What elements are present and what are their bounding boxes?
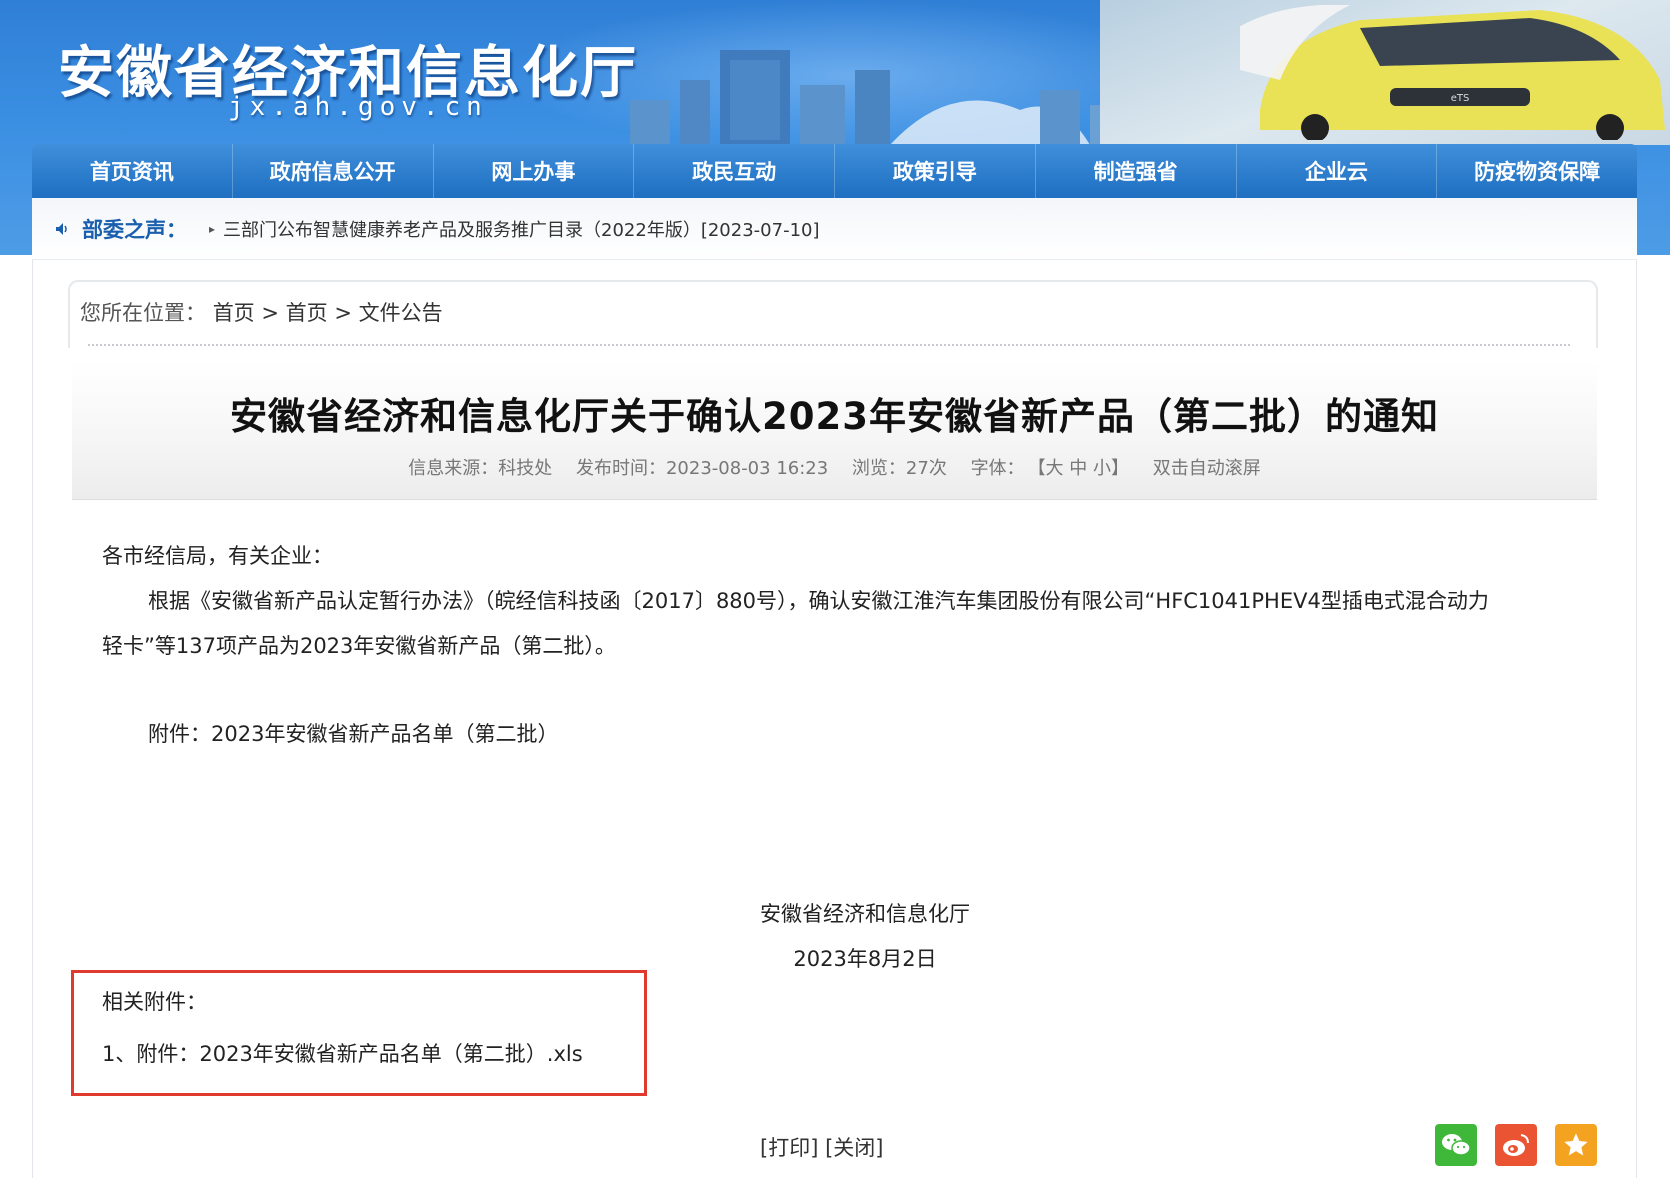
article-header: 安徽省经济和信息化厅关于确认2023年安徽省新产品（第二批）的通知 信息来源：科… bbox=[72, 362, 1597, 500]
signature-date: 2023年8月2日 bbox=[793, 947, 937, 971]
article-body: 各市经信局，有关企业： 根据《安徽省新产品认定暂行办法》（皖经信科技函〔2017… bbox=[102, 534, 1572, 757]
breadcrumb-prefix: 您所在位置： bbox=[80, 301, 206, 325]
article-meta: 信息来源：科技处 发布时间：2023-08-03 16:23 浏览：27次 字体… bbox=[72, 454, 1597, 480]
weibo-glyph-icon bbox=[1503, 1134, 1529, 1156]
article-signature: 安徽省经济和信息化厅 2023年8月2日 bbox=[700, 892, 1030, 982]
favorite-icon[interactable] bbox=[1555, 1124, 1597, 1166]
breadcrumb-separator: > bbox=[334, 301, 352, 325]
svg-text:eTS: eTS bbox=[1451, 93, 1470, 104]
article-paragraph-line-2: 轻卡”等137项产品为2023年安徽省新产品（第二批）。 bbox=[102, 634, 616, 658]
article-title: 安徽省经济和信息化厅关于确认2023年安徽省新产品（第二批）的通知 bbox=[230, 395, 1439, 438]
meta-source: 信息来源：科技处 bbox=[408, 458, 553, 479]
wechat-icon[interactable] bbox=[1435, 1124, 1477, 1166]
ministry-voice-label: 部委之声： bbox=[82, 217, 187, 242]
speaker-icon bbox=[56, 222, 67, 235]
wechat-glyph-icon bbox=[1442, 1134, 1471, 1156]
breadcrumb-announcements-link[interactable]: 文件公告 bbox=[359, 301, 443, 325]
nav-item-home-news[interactable]: 首页资讯 bbox=[32, 144, 233, 198]
attachments-title: 相关附件： bbox=[102, 990, 207, 1014]
bullet-arrow-icon: ▸ bbox=[209, 221, 216, 236]
main-nav: 首页资讯 政府信息公开 网上办事 政民互动 政策引导 制造强省 企业云 防疫物资… bbox=[32, 144, 1637, 198]
weibo-icon[interactable] bbox=[1495, 1124, 1537, 1166]
page-actions: [打印] [关闭] bbox=[760, 1132, 883, 1162]
nav-item-interaction[interactable]: 政民互动 bbox=[634, 144, 835, 198]
star-icon bbox=[1564, 1133, 1588, 1156]
ministry-voice-bar: 部委之声： ▸ 三部门公布智慧健康养老产品及服务推广目录（2022年版）[202… bbox=[32, 198, 1637, 260]
autoscroll-toggle[interactable]: 双击自动滚屏 bbox=[1153, 458, 1261, 479]
print-button[interactable]: [打印] bbox=[760, 1136, 818, 1160]
breadcrumb-separator: > bbox=[261, 301, 279, 325]
meta-font-label: 字体： bbox=[970, 458, 1025, 479]
nav-item-enterprise-cloud[interactable]: 企业云 bbox=[1237, 144, 1438, 198]
breadcrumb: 您所在位置： 首页 > 首页 > 文件公告 bbox=[80, 297, 443, 327]
article-paragraph-line-1: 根据《安徽省新产品认定暂行办法》（皖经信科技函〔2017〕880号），确认安徽江… bbox=[148, 589, 1489, 613]
yellow-car-image: eTS bbox=[1240, 5, 1665, 140]
city-skyline-image bbox=[630, 50, 1150, 145]
nav-item-policy[interactable]: 政策引导 bbox=[835, 144, 1036, 198]
article-attachment-note: 附件：2023年安徽省新产品名单（第二批） bbox=[148, 722, 559, 746]
signature-org: 安徽省经济和信息化厅 bbox=[760, 902, 970, 926]
breadcrumb-divider bbox=[88, 344, 1570, 346]
font-size-controls[interactable]: 【大 中 小】 bbox=[1037, 458, 1129, 479]
attachment-file-link[interactable]: 1、附件：2023年安徽省新产品名单（第二批）.xls bbox=[102, 1038, 583, 1068]
article-salutation: 各市经信局，有关企业： bbox=[102, 544, 333, 568]
nav-item-gov-info[interactable]: 政府信息公开 bbox=[233, 144, 434, 198]
ministry-news-link[interactable]: 三部门公布智慧健康养老产品及服务推广目录（2022年版）[2023-07-10] bbox=[223, 216, 819, 242]
meta-published: 发布时间：2023-08-03 16:23 bbox=[575, 458, 829, 479]
close-button[interactable]: [关闭] bbox=[825, 1136, 883, 1160]
breadcrumb-home-link[interactable]: 首页 bbox=[213, 301, 255, 325]
nav-item-online-service[interactable]: 网上办事 bbox=[434, 144, 635, 198]
breadcrumb-home-link-2[interactable]: 首页 bbox=[286, 301, 328, 325]
meta-font-group: 字体： 【大 中 小】 bbox=[971, 458, 1129, 479]
site-domain: jx.ah.gov.cn bbox=[228, 92, 488, 122]
nav-item-manufacturing[interactable]: 制造强省 bbox=[1036, 144, 1237, 198]
meta-views: 浏览：27次 bbox=[851, 458, 947, 479]
nav-item-epidemic-supplies[interactable]: 防疫物资保障 bbox=[1437, 144, 1637, 198]
